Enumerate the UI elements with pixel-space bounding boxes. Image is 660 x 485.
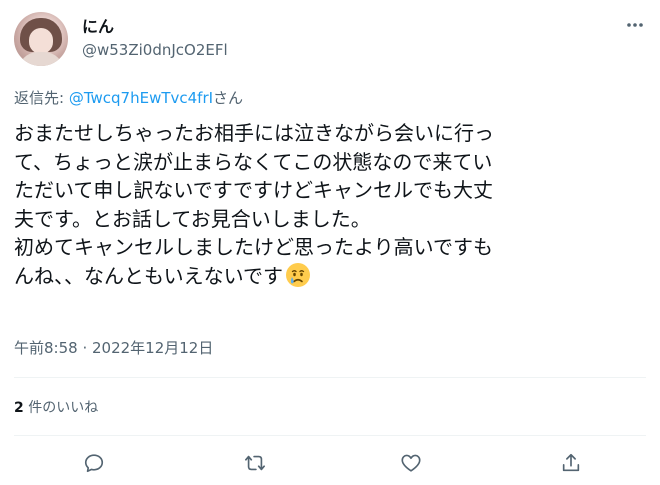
display-name[interactable]: にん: [82, 17, 114, 37]
like-icon: [401, 454, 421, 472]
likes-count[interactable]: 2 件のいいね: [14, 398, 98, 418]
action-bar: [14, 446, 646, 480]
reply-suffix: さん: [213, 89, 244, 107]
retweet-icon: [245, 455, 265, 471]
divider-bottom: [14, 435, 646, 436]
more-icon: [627, 23, 643, 27]
divider-top: [14, 377, 646, 378]
timestamp[interactable]: 午前8:58 · 2022年12月12日: [14, 338, 213, 358]
like-button[interactable]: [394, 446, 428, 480]
likes-label: 件のいいね: [23, 400, 99, 416]
tweet-text: おまたせしちゃったお相手には泣きながら会いに行っ て、ちょっと涙が止まらなくてこ…: [14, 119, 646, 290]
avatar-face: [29, 28, 53, 54]
retweet-button[interactable]: [238, 446, 272, 480]
likes-number: 2: [14, 400, 24, 416]
crying-face-icon: [286, 262, 310, 287]
tweet-header: にん @w53Zi0dnJcO2EFl: [14, 12, 646, 70]
share-icon: [562, 453, 580, 472]
more-button[interactable]: [624, 14, 646, 36]
reply-icon: [84, 454, 104, 473]
share-button[interactable]: [554, 446, 588, 480]
reply-mention[interactable]: @Twcq7hEwTvc4frI: [69, 89, 213, 107]
reply-to-line: 返信先: @Twcq7hEwTvc4frIさん: [14, 88, 243, 108]
avatar[interactable]: [14, 12, 68, 66]
reply-button[interactable]: [77, 446, 111, 480]
reply-prefix: 返信先:: [14, 89, 69, 107]
user-handle[interactable]: @w53Zi0dnJcO2EFl: [82, 41, 228, 59]
avatar-shoulder: [18, 52, 64, 66]
tweet-body: おまたせしちゃったお相手には泣きながら会いに行っ て、ちょっと涙が止まらなくてこ…: [14, 121, 494, 288]
